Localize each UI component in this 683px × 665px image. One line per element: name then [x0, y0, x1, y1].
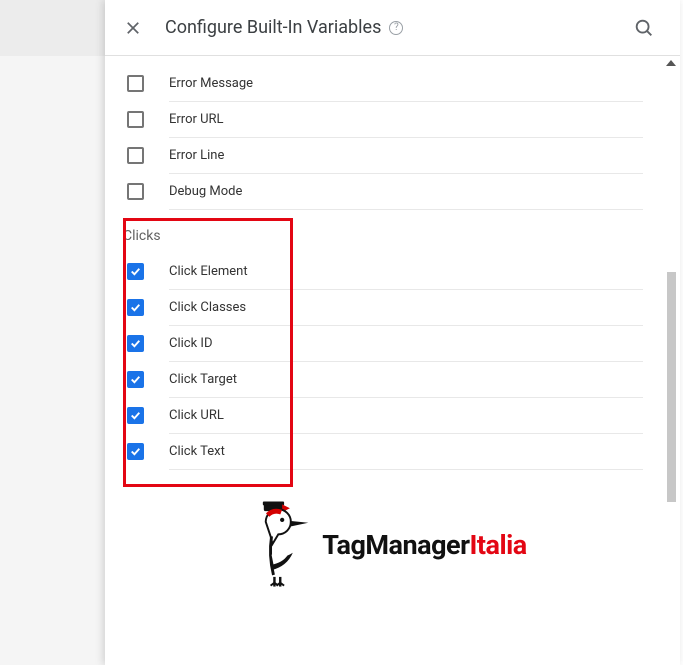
variable-list: Error Message Error URL Error Line Debug Mo…	[105, 56, 661, 470]
variable-row[interactable]: Error Line	[169, 138, 643, 174]
config-panel: Configure Built-In Variables ? Error Mes…	[105, 0, 680, 665]
checkbox[interactable]	[127, 407, 144, 424]
variable-label: Click Target	[169, 372, 237, 387]
checkbox[interactable]	[127, 111, 144, 128]
variable-label: Error Message	[169, 76, 253, 91]
woodpecker-icon	[258, 500, 316, 590]
variable-row[interactable]: Click Element	[169, 254, 643, 290]
variable-label: Error URL	[169, 112, 224, 127]
variable-row[interactable]: Click URL	[169, 398, 643, 434]
variable-row[interactable]: Click Text	[169, 434, 643, 470]
checkbox[interactable]	[127, 147, 144, 164]
variable-label: Click Text	[169, 444, 225, 459]
scroll-thumb[interactable]	[667, 272, 676, 502]
help-icon[interactable]: ?	[389, 21, 403, 35]
search-icon	[633, 17, 655, 39]
variable-label: Click URL	[169, 408, 224, 423]
scroll-up-arrow[interactable]	[664, 56, 678, 70]
variable-row[interactable]: Click Classes	[169, 290, 643, 326]
variable-row[interactable]: Click Target	[169, 362, 643, 398]
checkbox[interactable]	[127, 443, 144, 460]
checkbox[interactable]	[127, 371, 144, 388]
checkbox[interactable]	[127, 263, 144, 280]
checkbox[interactable]	[127, 335, 144, 352]
logo: TagManagerItalia	[258, 500, 526, 590]
section-clicks: Clicks Click Element Click Classes Click ID…	[123, 210, 643, 470]
section-title: Clicks	[123, 210, 643, 254]
section: Error Message Error URL Error Line Debug Mo…	[123, 66, 643, 210]
search-button[interactable]	[624, 8, 664, 48]
checkbox[interactable]	[127, 75, 144, 92]
logo-text-red: Italia	[469, 529, 526, 561]
variable-row[interactable]: Click ID	[169, 326, 643, 362]
close-icon	[124, 19, 142, 37]
panel-title: Configure Built-In Variables ?	[165, 17, 403, 38]
scroll-area: Error Message Error URL Error Line Debug Mo…	[105, 56, 680, 665]
variable-row[interactable]: Error URL	[169, 102, 643, 138]
variable-label: Click Element	[169, 264, 248, 279]
panel-title-text: Configure Built-In Variables	[165, 17, 381, 38]
variable-row[interactable]: Debug Mode	[169, 174, 643, 210]
scrollbar[interactable]	[664, 56, 678, 665]
checkbox[interactable]	[127, 299, 144, 316]
logo-area: TagManagerItalia	[105, 470, 680, 590]
logo-text-black: TagManager	[322, 529, 469, 561]
logo-text: TagManagerItalia	[322, 529, 526, 561]
variable-row[interactable]: Error Message	[169, 66, 643, 102]
variable-label: Click ID	[169, 336, 212, 351]
panel-header: Configure Built-In Variables ?	[105, 0, 680, 56]
backdrop	[0, 0, 105, 665]
close-button[interactable]	[113, 8, 153, 48]
variable-label: Error Line	[169, 148, 224, 163]
variable-label: Click Classes	[169, 300, 246, 315]
variable-label: Debug Mode	[169, 184, 242, 199]
checkbox[interactable]	[127, 183, 144, 200]
